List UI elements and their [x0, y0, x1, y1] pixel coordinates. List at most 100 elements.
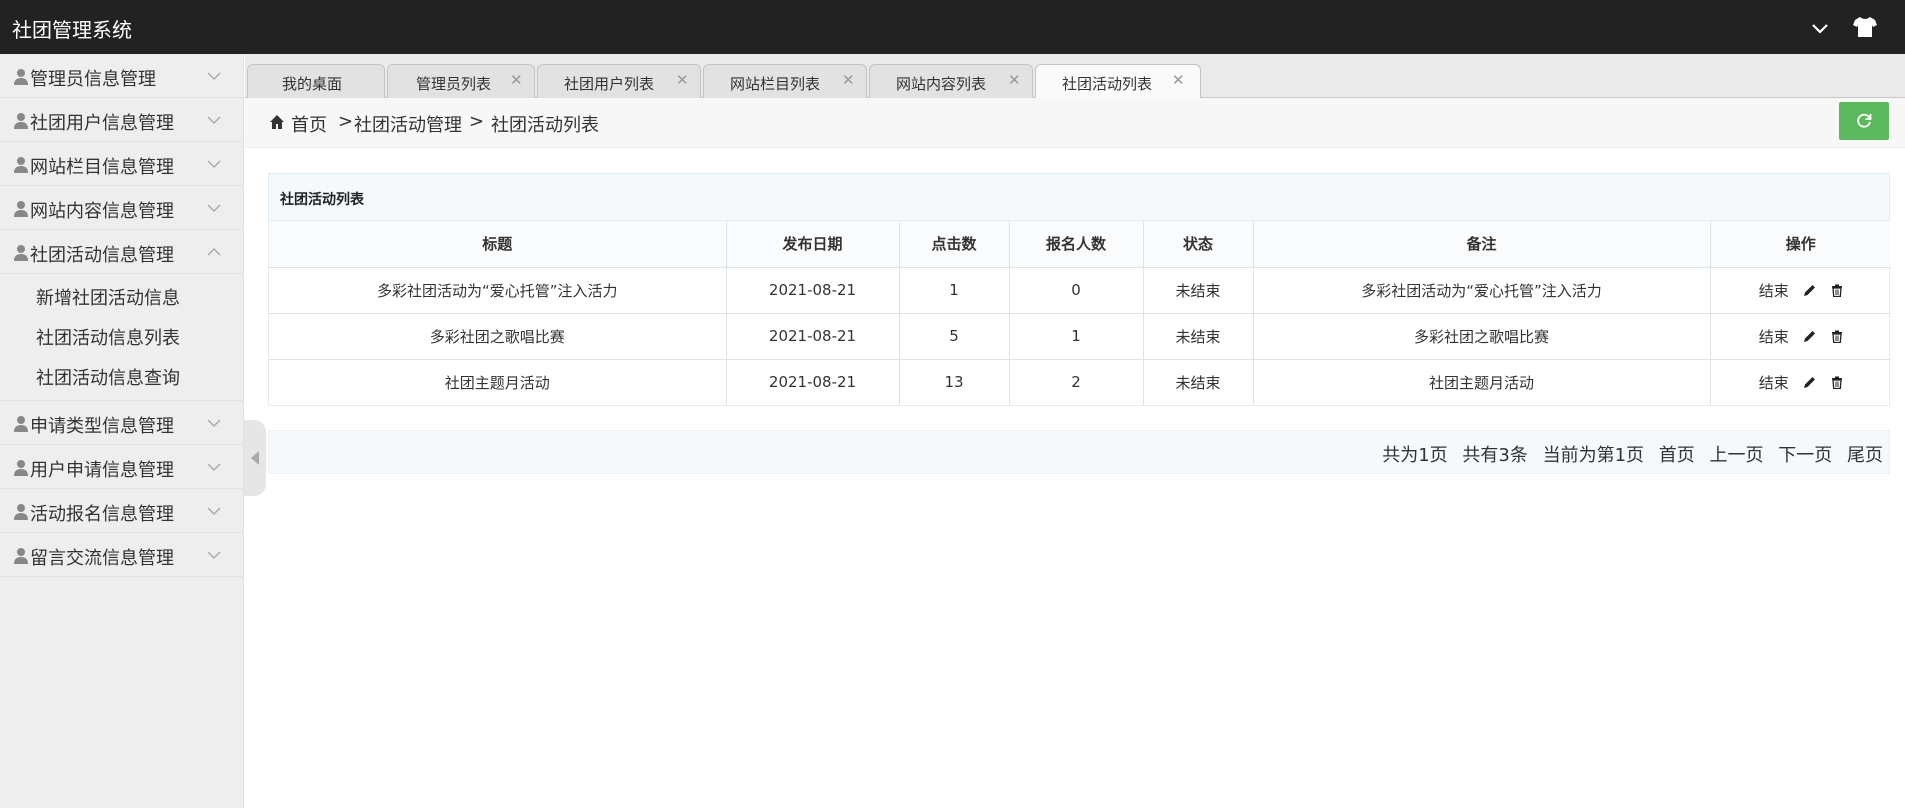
tab-label: 管理员列表: [416, 75, 492, 93]
column-header-date: 发布日期: [725, 221, 900, 268]
cell-status: 未结束: [1142, 312, 1254, 360]
submenu-activity-list[interactable]: 社团活动信息列表: [36, 324, 180, 350]
cell-clicks: 1: [898, 266, 1010, 314]
sidebar-item-label: 留言交流信息管理: [30, 548, 174, 569]
close-icon[interactable]: ✕: [676, 71, 689, 89]
close-icon[interactable]: ✕: [510, 71, 523, 89]
cell-signups: 1: [1008, 312, 1144, 360]
pagination-next[interactable]: 下一页: [1778, 445, 1832, 466]
pagination-prev[interactable]: 上一页: [1710, 445, 1764, 466]
chevron-up-icon: [207, 247, 221, 256]
tab-admin-list[interactable]: 管理员列表 ✕: [387, 64, 535, 98]
tab-site-content-list[interactable]: 网站内容列表 ✕: [869, 64, 1033, 98]
cell-remark: 多彩社团之歌唱比赛: [1252, 312, 1711, 360]
chevron-down-icon: [207, 507, 221, 516]
column-header-signups: 报名人数: [1008, 221, 1144, 268]
caret-left-icon: [251, 451, 259, 465]
sidebar-item-admin[interactable]: 管理员信息管理: [0, 54, 243, 98]
chevron-down-icon: [207, 204, 221, 213]
chevron-down-icon: [207, 419, 221, 428]
trash-icon[interactable]: [1831, 284, 1843, 297]
table-row: 社团主题月活动 2021-08-21 13 2 未结束 社团主题月活动 结束: [269, 358, 1891, 405]
submenu-activity-query[interactable]: 社团活动信息查询: [36, 364, 180, 390]
user-icon: [14, 69, 28, 85]
tab-club-user-list[interactable]: 社团用户列表 ✕: [537, 64, 701, 98]
table-row: 多彩社团活动为“爱心托管”注入活力 2021-08-21 1 0 未结束 多彩社…: [269, 266, 1891, 314]
trash-icon[interactable]: [1831, 330, 1843, 343]
sidebar-item-label: 社团用户信息管理: [30, 113, 174, 134]
sidebar-item-label: 活动报名信息管理: [30, 504, 174, 525]
user-icon: [14, 548, 28, 564]
close-icon[interactable]: ✕: [1172, 71, 1185, 89]
sidebar-item-activity-signups[interactable]: 活动报名信息管理: [0, 489, 243, 533]
cell-actions: 结束: [1709, 358, 1891, 405]
user-icon: [14, 201, 28, 217]
column-header-status: 状态: [1142, 221, 1254, 268]
close-icon[interactable]: ✕: [842, 71, 855, 89]
chevron-down-icon: [207, 463, 221, 472]
activity-table: 标题 发布日期 点击数 报名人数 状态 备注 操作 多彩社团活动为“爱心托管”注…: [269, 221, 1891, 405]
user-icon: [14, 460, 28, 476]
cell-date: 2021-08-21: [725, 266, 900, 314]
app-title: 社团管理系统: [12, 18, 132, 42]
column-header-clicks: 点击数: [898, 221, 1010, 268]
cell-title: 多彩社团活动为“爱心托管”注入活力: [269, 266, 727, 314]
user-icon: [14, 113, 28, 129]
breadcrumb: 首页 > 社团活动管理 > 社团活动列表: [245, 98, 1905, 148]
pagination: 共为1页 共有3条 当前为第1页 首页 上一页 下一页 尾页: [268, 430, 1890, 474]
end-activity-link[interactable]: 结束: [1759, 326, 1789, 347]
pagination-last[interactable]: 尾页: [1847, 445, 1883, 466]
activity-submenu: 新增社团活动信息 社团活动信息列表 社团活动信息查询: [0, 274, 243, 401]
user-icon: [14, 504, 28, 520]
breadcrumb-level2: 社团活动列表: [491, 115, 599, 136]
column-header-title: 标题: [269, 221, 727, 268]
cell-signups: 2: [1008, 358, 1144, 405]
home-icon: [270, 115, 284, 129]
cell-date: 2021-08-21: [725, 358, 900, 405]
chevron-down-icon: [207, 72, 221, 81]
close-icon[interactable]: ✕: [1008, 71, 1021, 89]
sidebar-item-messages[interactable]: 留言交流信息管理: [0, 533, 243, 577]
pagination-first[interactable]: 首页: [1659, 445, 1695, 466]
table-row: 多彩社团之歌唱比赛 2021-08-21 5 1 未结束 多彩社团之歌唱比赛 结…: [269, 312, 1891, 360]
cell-remark: 社团主题月活动: [1252, 358, 1711, 405]
edit-icon[interactable]: [1803, 375, 1817, 389]
sidebar-item-label: 社团活动信息管理: [30, 245, 174, 266]
sidebar-item-label: 申请类型信息管理: [30, 416, 174, 437]
table-header-row: 标题 发布日期 点击数 报名人数 状态 备注 操作: [269, 221, 1891, 268]
cell-actions: 结束: [1709, 266, 1891, 314]
tab-site-column-list[interactable]: 网站栏目列表 ✕: [703, 64, 867, 98]
end-activity-link[interactable]: 结束: [1759, 372, 1789, 393]
tab-label: 网站栏目列表: [730, 75, 821, 93]
chevron-down-icon[interactable]: [1808, 16, 1832, 40]
chevron-down-icon: [207, 551, 221, 560]
end-activity-link[interactable]: 结束: [1759, 280, 1789, 301]
breadcrumb-home[interactable]: 首页: [291, 111, 327, 137]
sidebar-item-user-applications[interactable]: 用户申请信息管理: [0, 445, 243, 489]
user-icon: [14, 157, 28, 173]
sidebar-item-apply-types[interactable]: 申请类型信息管理: [0, 401, 243, 445]
sidebar-item-label: 网站栏目信息管理: [30, 157, 174, 178]
top-header: 社团管理系统: [0, 0, 1905, 54]
cell-clicks: 13: [898, 358, 1010, 405]
edit-icon[interactable]: [1803, 283, 1817, 297]
tshirt-icon[interactable]: [1852, 15, 1878, 39]
sidebar-item-site-content[interactable]: 网站内容信息管理: [0, 186, 243, 230]
tab-activity-list[interactable]: 社团活动列表 ✕: [1035, 64, 1201, 99]
cell-signups: 0: [1008, 266, 1144, 314]
cell-remark: 多彩社团活动为“爱心托管”注入活力: [1252, 266, 1711, 314]
chevron-down-icon: [207, 116, 221, 125]
user-icon: [14, 245, 28, 261]
edit-icon[interactable]: [1803, 329, 1817, 343]
sidebar-item-label: 管理员信息管理: [30, 69, 156, 90]
tab-desktop[interactable]: 我的桌面: [247, 64, 385, 98]
sidebar-item-club-users[interactable]: 社团用户信息管理: [0, 98, 243, 142]
sidebar-collapse-handle[interactable]: [244, 420, 266, 496]
refresh-button[interactable]: [1839, 102, 1889, 140]
trash-icon[interactable]: [1831, 376, 1843, 389]
breadcrumb-separator: >: [338, 111, 354, 132]
sidebar-item-label: 网站内容信息管理: [30, 201, 174, 222]
submenu-add-activity[interactable]: 新增社团活动信息: [36, 284, 180, 310]
sidebar-item-site-columns[interactable]: 网站栏目信息管理: [0, 142, 243, 186]
sidebar-item-club-activities[interactable]: 社团活动信息管理: [0, 230, 243, 274]
